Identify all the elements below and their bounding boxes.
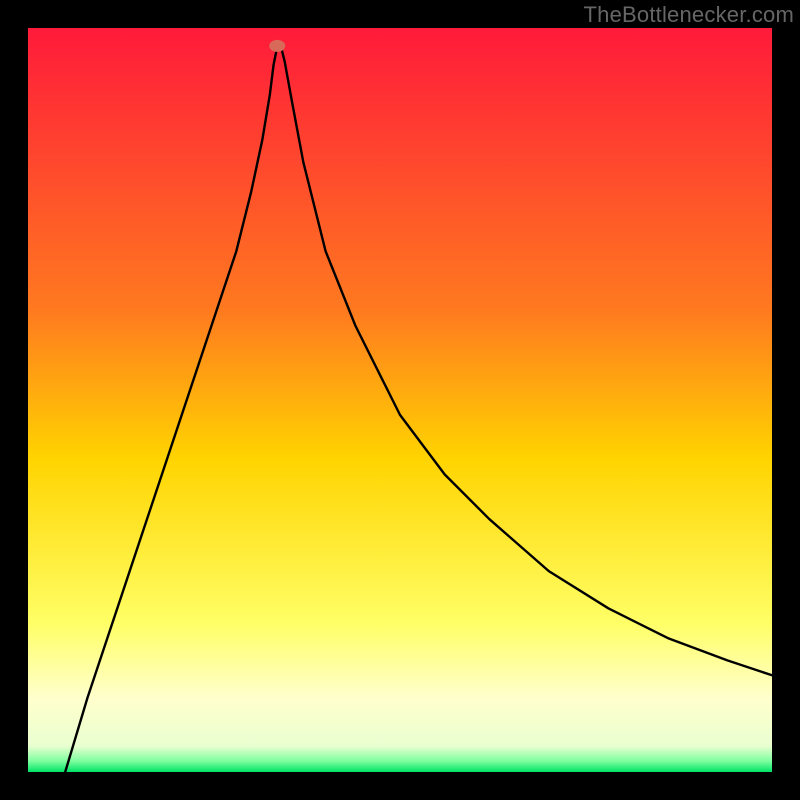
bottleneck-chart [28, 28, 772, 772]
chart-frame [28, 28, 772, 772]
gradient-background [28, 28, 772, 772]
watermark-text: TheBottlenecker.com [584, 2, 794, 28]
minimum-marker [269, 40, 285, 52]
